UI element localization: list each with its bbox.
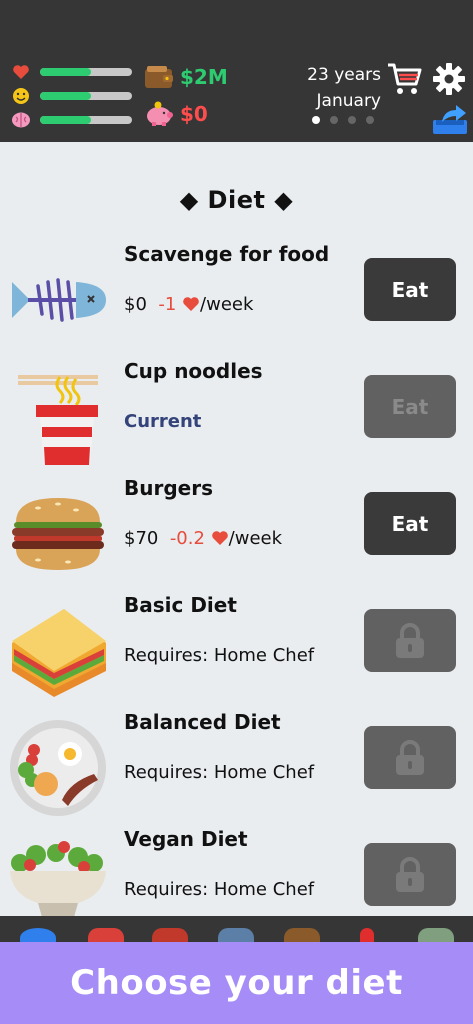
cup-noodles-icon: [18, 375, 98, 465]
page-dot[interactable]: [366, 116, 374, 124]
balanced-plate-icon: [10, 720, 106, 816]
locked-button[interactable]: [364, 726, 456, 789]
diet-cost: $70 -0.2 /week: [124, 528, 282, 549]
diet-name: Vegan Diet: [124, 827, 248, 851]
net-worth: $2M: [144, 64, 228, 90]
diet-name: Cup noodles: [124, 359, 263, 383]
instruction-banner: Choose your diet: [0, 942, 473, 1024]
diet-row-vegan: Vegan Diet Requires: Home Chef: [0, 827, 473, 916]
shopping-cart-icon[interactable]: [386, 62, 422, 96]
diet-name: Basic Diet: [124, 593, 237, 617]
heart-icon: [10, 62, 32, 82]
locked-button[interactable]: [364, 843, 456, 906]
diet-requirement: Requires: Home Chef: [124, 879, 315, 900]
fish-skeleton-icon: [12, 278, 106, 322]
diet-price: $70: [124, 528, 159, 549]
heart-icon: [211, 531, 228, 545]
happiness-bar: [40, 92, 132, 100]
lock-icon: [396, 739, 424, 775]
current-status: Current: [124, 411, 202, 432]
locked-button[interactable]: [364, 609, 456, 672]
diet-row-basic: Basic Diet Requires: Home Chef: [0, 593, 473, 710]
diet-requirement: Requires: Home Chef: [124, 762, 315, 783]
status-bar: $2M $0 23 years January: [0, 0, 473, 142]
gear-icon[interactable]: [432, 62, 466, 96]
wallet-icon: [145, 66, 173, 88]
brain-icon: [10, 110, 32, 130]
per-week: /week: [228, 528, 283, 549]
page-dot[interactable]: [330, 116, 338, 124]
burger-icon: [12, 498, 104, 570]
bottom-tab-bar: [0, 916, 473, 942]
diet-name: Balanced Diet: [124, 710, 281, 734]
heart-icon: [183, 297, 199, 311]
page-dot[interactable]: [312, 116, 320, 124]
section-title: ◆ Diet ◆: [179, 186, 294, 214]
page-indicator: [312, 116, 374, 124]
lock-icon: [396, 622, 424, 658]
diet-name: Scavenge for food: [124, 242, 330, 266]
tab-icon[interactable]: [284, 928, 320, 942]
smarts-bar: [40, 116, 132, 124]
diet-row-scavenge: Scavenge for food $0 -1 /week Eat: [0, 242, 473, 359]
per-week: /week: [200, 294, 254, 315]
tab-icon[interactable]: [88, 928, 124, 942]
cash: $0: [144, 101, 208, 127]
net-worth-value: $2M: [180, 65, 228, 89]
eat-button[interactable]: Eat: [364, 375, 456, 438]
eat-button[interactable]: Eat: [364, 258, 456, 321]
health-effect: -0.2: [169, 528, 205, 549]
diet-price: $0: [124, 294, 147, 315]
share-icon[interactable]: [432, 100, 468, 136]
smarts-stat: [10, 110, 132, 130]
diet-cost: $0 -1 /week: [124, 294, 253, 315]
smiley-icon: [10, 86, 32, 106]
diet-requirement: Requires: Home Chef: [124, 645, 315, 666]
diet-row-burgers: Burgers $70 -0.2 /week Eat: [0, 476, 473, 593]
page-dot[interactable]: [348, 116, 356, 124]
tab-icon[interactable]: [152, 928, 188, 942]
tab-icon[interactable]: [20, 928, 56, 942]
cash-value: $0: [180, 102, 208, 126]
age-display: 23 years January: [307, 62, 381, 114]
salad-bowl-icon: [10, 841, 106, 916]
diet-row-cup-noodles: Cup noodles Current Eat: [0, 359, 473, 476]
age-years: 23 years: [307, 65, 381, 85]
diet-row-balanced: Balanced Diet Requires: Home Chef: [0, 710, 473, 827]
tab-icon[interactable]: [360, 928, 374, 942]
happiness-stat: [10, 86, 132, 106]
tab-icon[interactable]: [418, 928, 454, 942]
health-effect: -1: [158, 294, 177, 315]
diet-list-panel[interactable]: ◆ Diet ◆ Scavenge for food $0 -1 /week E…: [0, 142, 473, 916]
health-bar: [40, 68, 132, 76]
tab-icon[interactable]: [218, 928, 254, 942]
health-stat: [10, 62, 132, 82]
eat-button[interactable]: Eat: [364, 492, 456, 555]
lock-icon: [396, 856, 424, 892]
sandwich-icon: [12, 609, 106, 697]
diet-name: Burgers: [124, 476, 213, 500]
piggy-bank-icon: [147, 101, 173, 126]
current-month: January: [316, 91, 381, 111]
